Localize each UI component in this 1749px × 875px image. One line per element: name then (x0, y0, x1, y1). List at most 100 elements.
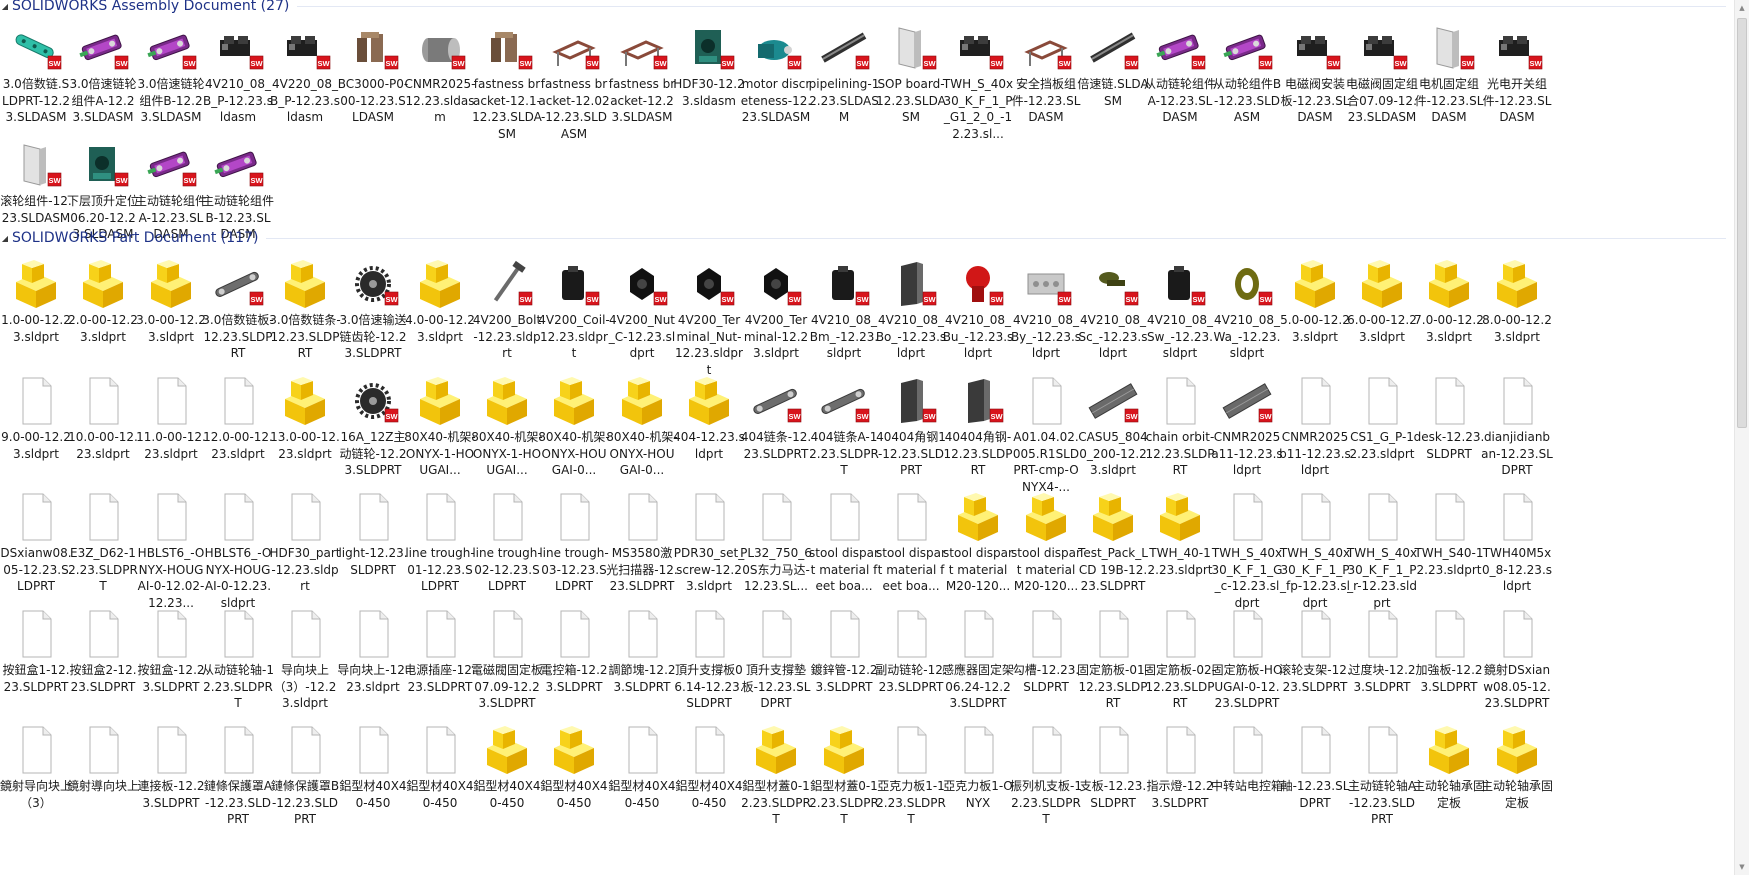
file-item[interactable]: SW BC3000-P0-00-12.23.SLDASM (337, 22, 409, 146)
file-item[interactable]: SW 16A_12Z主动链轮-12.23.SLDPRT (337, 375, 409, 499)
file-item[interactable]: SW 电磁阀固定组合07.09-12.23.SLDASM (1346, 22, 1418, 146)
file-item[interactable]: SW pipelining-12.23.SLDASM (808, 22, 880, 146)
file-item[interactable]: HDF30_part-12.23.sldprt (269, 491, 341, 615)
file-item[interactable]: 固定筋板-01-12.23.SLDPRT (1077, 608, 1149, 732)
file-item[interactable]: 鍍鋅管-12.23.SLDPRT (808, 608, 880, 732)
group-header[interactable]: ◢ SOLIDWORKS Assembly Document (27) (0, 0, 1730, 15)
file-item[interactable]: 副动链轮-12.23.SLDPRT (875, 608, 947, 732)
file-item[interactable]: 3.0-00-12.23.sldprt (135, 258, 207, 382)
scroll-up-arrow-icon[interactable]: ▲ (1737, 3, 1747, 13)
file-item[interactable]: 主动链轮轴A-12.23.SLDPRT (1346, 724, 1418, 848)
file-item[interactable]: SW 40404角钢1-12.23.SLDPRT (875, 375, 947, 499)
file-item[interactable]: SW motor discreteness-12.23.SLDASM (740, 22, 812, 146)
file-item[interactable]: stool dispart material feet boa... (875, 491, 947, 615)
file-item[interactable]: 按鈕盒-12.23.SLDPRT (135, 608, 207, 732)
file-item[interactable]: stool dispart material feet boa... (808, 491, 880, 615)
file-item[interactable]: SW CNMR2025-12.23.sldasm (404, 22, 476, 146)
file-item[interactable]: E3Z_D62-12.23.SLDPRT (67, 491, 139, 615)
file-item[interactable]: 亞克力板1-ONYX (942, 724, 1014, 848)
file-item[interactable]: SW 电磁阀安装板-12.23.SLDASM (1279, 22, 1351, 146)
file-item[interactable]: DSxianw08.05-12.23.SLDPRT (0, 491, 72, 615)
file-item[interactable]: 404-12.23.sldprt (673, 375, 745, 499)
file-item[interactable]: 80X40-机架-ONYX-1-HOUGAI... (471, 375, 543, 499)
file-item[interactable]: SW 4V200_Bolt-12.23.sldprt (471, 258, 543, 382)
file-item[interactable]: 固定筋板-HOUGAI-0-12.23.SLDPRT (1211, 608, 1283, 732)
file-item[interactable]: 电源插座-12.23.SLDPRT (404, 608, 476, 732)
file-item[interactable]: 鋁型材40X40-450 (606, 724, 678, 848)
file-item[interactable]: 从动链轮轴-12.23.SLDPRT (202, 608, 274, 732)
file-item[interactable]: 鋁型材蓋0-12.23.SLDPRT (740, 724, 812, 848)
file-item[interactable]: 電磁閥固定板07.09-12.23.SLDPRT (471, 608, 543, 732)
file-item[interactable]: line trough-02-12.23.SLDPRT (471, 491, 543, 615)
file-item[interactable]: 3.0倍数链条-12.23.SLDPRT (269, 258, 341, 382)
file-item[interactable]: 5.0-00-12.23.sldprt (1279, 258, 1351, 382)
scrollbar-thumb[interactable] (1737, 18, 1747, 428)
file-item[interactable]: 加強板-12.23.SLDPRT (1413, 608, 1485, 732)
collapse-chevron-icon[interactable]: ◢ (0, 234, 10, 243)
file-item[interactable]: SW 3.0倍速链轮组件B-12.23.SLDASM (135, 22, 207, 146)
file-item[interactable]: stool dispart material M20-120... (942, 491, 1014, 615)
file-item[interactable]: 頂升支撐板06.14-12.23.SLDPRT (673, 608, 745, 732)
file-item[interactable]: 指示燈-12.23.SLDPRT (1144, 724, 1216, 848)
file-item[interactable]: SW 4V210_08_B_P-12.23.sldasm (202, 22, 274, 146)
file-item[interactable]: SW 从动链轮组件A-12.23.SLDASM (1144, 22, 1216, 146)
file-item[interactable]: 鏡射导向块上（3） (0, 724, 72, 848)
file-item[interactable]: 連接板-12.23.SLDPRT (135, 724, 207, 848)
file-item[interactable]: light-12.23.SLDPRT (337, 491, 409, 615)
file-item[interactable]: TWH_S_40x30_K_F_1_G_c-12.23.sldprt (1211, 491, 1283, 615)
file-item[interactable]: 主动轮轴承固定板 (1481, 724, 1553, 848)
file-item[interactable]: SW 4V210_08_Bo_-12.23.sldprt (875, 258, 947, 382)
file-item[interactable]: SW 3.0倍数链.SLDPRT-12.23.SLDASM (0, 22, 72, 146)
file-item[interactable]: 電控箱-12.23.SLDPRT (538, 608, 610, 732)
file-item[interactable]: SW fastness bracket-12.1-12.23.SLDASM (471, 22, 543, 146)
file-item[interactable]: TWH_40-12.23.sldprt (1144, 491, 1216, 615)
file-item[interactable]: 鋁型材40X40-450 (538, 724, 610, 848)
file-item[interactable]: line trough-03-12.23.SLDPRT (538, 491, 610, 615)
file-item[interactable]: 主动轮轴承固定板 (1413, 724, 1485, 848)
file-item[interactable]: 导向块上-12.23.sldprt (337, 608, 409, 732)
file-item[interactable]: 4.0-00-12.23.sldprt (404, 258, 476, 382)
file-item[interactable]: 按鈕盒2-12.23.SLDPRT (67, 608, 139, 732)
file-item[interactable]: SW 光电开关组件-12.23.SLDASM (1481, 22, 1553, 146)
file-item[interactable]: 80X40-机架-ONYX-1-HOUGAI... (404, 375, 476, 499)
file-item[interactable]: 鋁型材40X40-450 (404, 724, 476, 848)
group-header[interactable]: ◢ SOLIDWORKS Part Document (117) (0, 229, 1730, 247)
file-item[interactable]: PDR30_set_screw-12.23.sldprt (673, 491, 745, 615)
file-item[interactable]: 固定筋板-02-12.23.SLDPRT (1144, 608, 1216, 732)
file-item[interactable]: CS1_G_P-12.23.sldprt (1346, 375, 1418, 499)
scroll-down-arrow-icon[interactable]: ▼ (1737, 862, 1747, 872)
file-item[interactable]: SW 安全挡板组件-12.23.SLDASM (1010, 22, 1082, 146)
file-item[interactable]: 11.0-00-12.23.sldprt (135, 375, 207, 499)
file-item[interactable]: SW CNMR2025a11-12.23.sldprt (1211, 375, 1283, 499)
file-item[interactable]: 鋁型材40X40-450 (471, 724, 543, 848)
file-item[interactable]: SW 4V200_Coil-12.23.sldprt (538, 258, 610, 382)
file-item[interactable]: 鋁型材蓋0-12.23.SLDPRT (808, 724, 880, 848)
file-item[interactable]: SW 4V210_08_Wa_-12.23.sldprt (1211, 258, 1283, 382)
file-item[interactable]: SW 4V210_08_Bm_-12.23.sldprt (808, 258, 880, 382)
file-item[interactable]: 8.0-00-12.23.sldprt (1481, 258, 1553, 382)
file-item[interactable]: 1.0-00-12.23.sldprt (0, 258, 72, 382)
file-item[interactable]: 7.0-00-12.23.sldprt (1413, 258, 1485, 382)
file-item[interactable]: SW fastness bracket-12.23.SLDASM (606, 22, 678, 146)
file-item[interactable]: 鋁型材40X40-450 (673, 724, 745, 848)
file-item[interactable]: 鏡射DSxianw08.05-12.23.SLDPRT (1481, 608, 1553, 732)
file-item[interactable]: SW 3.0倍数链板-12.23.SLDPRT (202, 258, 274, 382)
file-item[interactable]: Test_Pack_LCD 19B-12.23.SLDPRT (1077, 491, 1149, 615)
file-item[interactable]: SW 4V210_08_Sw_-12.23.sldprt (1144, 258, 1216, 382)
file-item[interactable]: 滚轮支架-12.23.SLDPRT (1279, 608, 1351, 732)
file-item[interactable]: 80X40-机架-ONYX-HOUGAI-0... (538, 375, 610, 499)
file-item[interactable]: SW 4V200_Terminal-12.23.sldprt (740, 258, 812, 382)
vertical-scrollbar[interactable]: ▲ ▼ (1734, 0, 1749, 875)
file-item[interactable]: SW 3.0倍速链轮组件A-12.23.SLDASM (67, 22, 139, 146)
file-item[interactable]: PL32_750_60S东力马达-12.23.SL... (740, 491, 812, 615)
file-item[interactable]: chain orbit-12.23.SLDPRT (1144, 375, 1216, 499)
file-item[interactable]: stool dispart material M20-120... (1010, 491, 1082, 615)
file-item[interactable]: SW 4V220_08_B_P-12.23.sldasm (269, 22, 341, 146)
file-item[interactable]: SW SOP board-12.23.SLDASM (875, 22, 947, 146)
file-item[interactable]: 9.0-00-12.23.sldprt (0, 375, 72, 499)
file-item[interactable]: SW 电机固定组件-12.23.SLDASM (1413, 22, 1485, 146)
file-item[interactable]: 10.0-00-12.23.sldprt (67, 375, 139, 499)
file-item[interactable]: HBLST6_-ONYX-HOUGAI-0-12.23.sldprt (202, 491, 274, 615)
file-item[interactable]: 支板-12.23.SLDPRT (1077, 724, 1149, 848)
file-item[interactable]: SW 倍速链.SLDASM (1077, 22, 1149, 146)
